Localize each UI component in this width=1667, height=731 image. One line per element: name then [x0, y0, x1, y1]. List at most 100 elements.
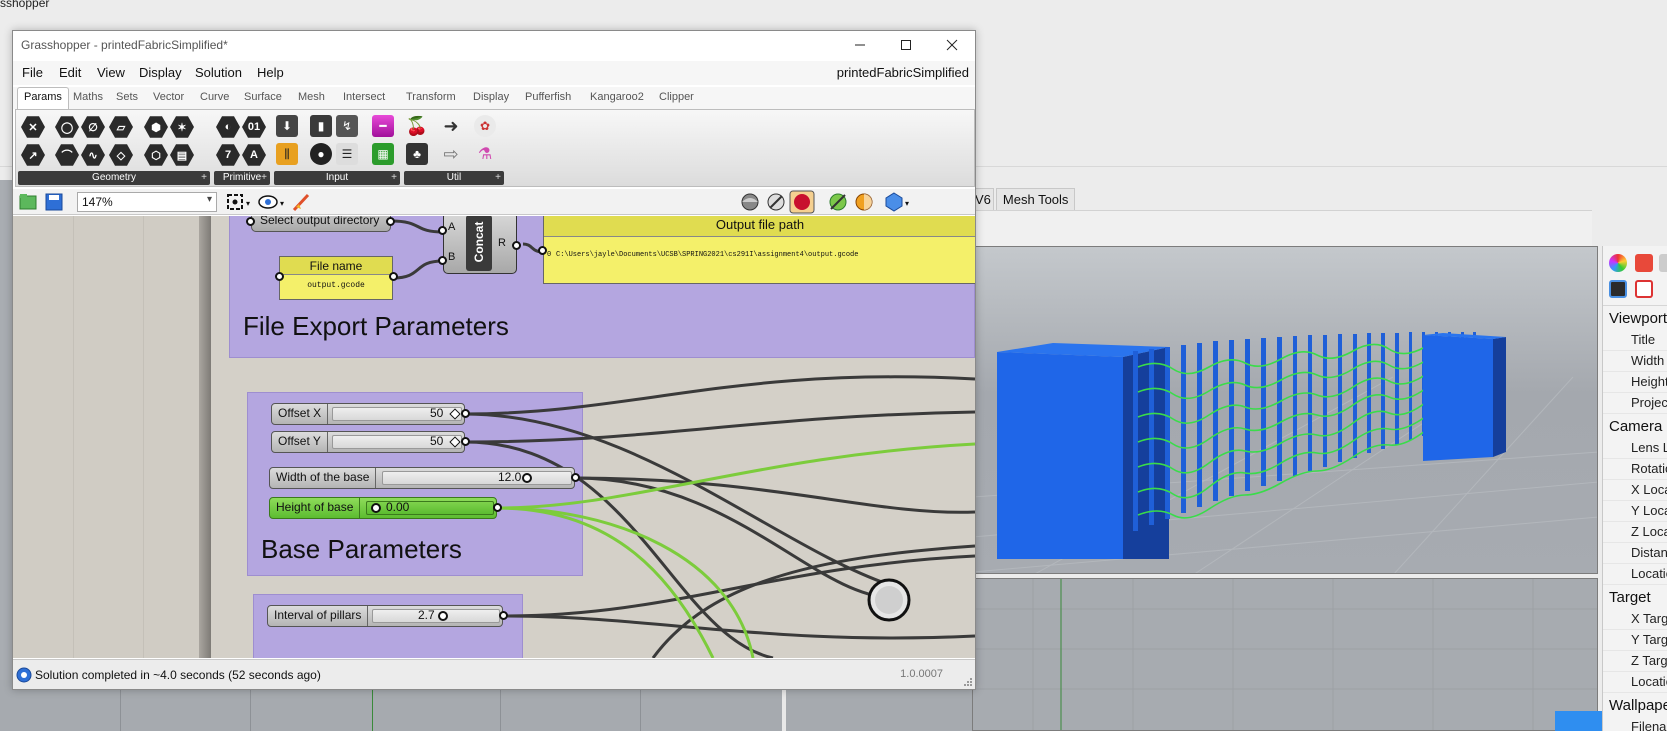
- frame-icon[interactable]: [1635, 280, 1653, 298]
- import-icon[interactable]: ⬇: [276, 115, 298, 137]
- perspective-viewport[interactable]: [972, 246, 1598, 574]
- toggle-icon[interactable]: ▮: [310, 115, 332, 137]
- save-file-icon[interactable]: [44, 192, 64, 212]
- zoom-select[interactable]: 147% ▾: [77, 192, 217, 212]
- control-knob-icon[interactable]: ●: [310, 143, 332, 165]
- prop-row[interactable]: Rotatio: [1603, 459, 1667, 480]
- width-of-base-slider[interactable]: Width of the base 12.0: [269, 467, 575, 489]
- prop-row[interactable]: X Locat: [1603, 480, 1667, 501]
- box-param-icon[interactable]: ◇: [109, 144, 133, 166]
- offset-y-slider[interactable]: Offset Y 50: [271, 431, 465, 453]
- button-icon[interactable]: ↯: [336, 115, 358, 137]
- brep-param-icon[interactable]: ⬢: [144, 116, 168, 138]
- mesh-param-icon[interactable]: ✶: [170, 116, 194, 138]
- menu-file[interactable]: File: [22, 65, 43, 80]
- curve-param-icon[interactable]: ∅: [81, 116, 105, 138]
- slider-grip-icon[interactable]: [371, 503, 381, 513]
- minimize-button[interactable]: [837, 31, 883, 59]
- tab-mesh[interactable]: Mesh: [298, 91, 325, 103]
- circle-param-icon[interactable]: ◯: [55, 116, 79, 138]
- file-name-value[interactable]: output.gcode: [280, 281, 392, 290]
- top-viewport[interactable]: [972, 578, 1598, 731]
- geometry-param-icon[interactable]: ⬡: [144, 144, 168, 166]
- select-directory-node[interactable]: Select output directory: [251, 216, 391, 232]
- camera-icon[interactable]: [1609, 280, 1627, 298]
- prop-row[interactable]: Z Locat: [1603, 522, 1667, 543]
- integer-param-icon[interactable]: 01: [242, 116, 266, 138]
- ribbon-label-geometry[interactable]: Geometry +: [18, 171, 210, 185]
- slider-track[interactable]: [382, 471, 572, 485]
- output-port[interactable]: [493, 503, 502, 512]
- slider-track[interactable]: [372, 609, 500, 623]
- material-icon[interactable]: [1635, 254, 1653, 272]
- data-input-icon[interactable]: ⇨: [440, 143, 462, 165]
- slider-grip-icon[interactable]: [522, 473, 532, 483]
- tab-params[interactable]: Params: [17, 87, 69, 109]
- expand-icon[interactable]: +: [391, 171, 397, 185]
- interval-of-pillars-slider[interactable]: Interval of pillars 2.7: [267, 605, 503, 627]
- menu-solution[interactable]: Solution: [195, 65, 242, 80]
- point-param-icon[interactable]: ✕: [21, 116, 45, 138]
- preview-shaded-icon[interactable]: [789, 190, 815, 214]
- output-port[interactable]: [499, 611, 508, 620]
- gh-titlebar[interactable]: Grasshopper - printedFabricSimplified*: [13, 31, 975, 59]
- prop-row[interactable]: Project: [1603, 393, 1667, 414]
- expand-icon[interactable]: +: [261, 171, 267, 185]
- prop-row[interactable]: Y Targe: [1603, 630, 1667, 651]
- output-port[interactable]: [571, 473, 580, 482]
- menu-help[interactable]: Help: [257, 65, 284, 80]
- prop-row[interactable]: Title: [1603, 330, 1667, 351]
- jitter-icon[interactable]: ✿: [474, 115, 496, 137]
- ribbon-label-util[interactable]: Util +: [404, 171, 504, 185]
- open-file-icon[interactable]: [18, 192, 38, 212]
- gh-canvas[interactable]: File Export Parameters Base Parameters S…: [13, 216, 975, 658]
- menu-display[interactable]: Display: [139, 65, 182, 80]
- document-preview-icon[interactable]: [853, 191, 875, 213]
- surface-param-icon[interactable]: ▱: [109, 116, 133, 138]
- preview-mesh-icon[interactable]: [739, 191, 761, 213]
- prop-row[interactable]: Width: [1603, 351, 1667, 372]
- field-param-icon[interactable]: ▤: [170, 144, 194, 166]
- gradient-icon[interactable]: ━: [372, 115, 394, 137]
- data-output-icon[interactable]: ➜: [440, 115, 462, 137]
- value-list-icon[interactable]: ☰: [336, 143, 358, 165]
- sketch-pen-icon[interactable]: [291, 191, 313, 213]
- output-port[interactable]: [386, 217, 395, 226]
- concat-port-a[interactable]: [438, 226, 447, 235]
- tab-display[interactable]: Display: [473, 91, 509, 103]
- prop-row[interactable]: Height: [1603, 372, 1667, 393]
- tab-clipper[interactable]: Clipper: [659, 91, 694, 103]
- number-slider-icon[interactable]: ⫼: [276, 143, 298, 165]
- close-button[interactable]: [929, 31, 975, 59]
- more-icon[interactable]: [1659, 254, 1667, 272]
- prop-row[interactable]: Distanc: [1603, 543, 1667, 564]
- prop-row[interactable]: Locatio: [1603, 564, 1667, 585]
- preview-wire-icon[interactable]: [765, 191, 787, 213]
- tab-pufferfish[interactable]: Pufferfish: [525, 91, 571, 103]
- prop-row[interactable]: Z Targe: [1603, 651, 1667, 672]
- output-port[interactable]: [389, 272, 398, 281]
- tab-surface[interactable]: Surface: [244, 91, 282, 103]
- resize-grip-icon[interactable]: [963, 677, 973, 687]
- color-wheel-icon[interactable]: [1609, 254, 1627, 272]
- number-param-icon[interactable]: 7: [216, 144, 240, 166]
- selected-only-icon[interactable]: [827, 191, 849, 213]
- zoom-extents-icon[interactable]: ▾: [225, 192, 251, 212]
- expand-icon[interactable]: +: [495, 171, 501, 185]
- tab-vector[interactable]: Vector: [153, 91, 184, 103]
- colour-swatch-icon[interactable]: ▦: [372, 143, 394, 165]
- tab-kangaroo2[interactable]: Kangaroo2: [590, 91, 644, 103]
- maximize-button[interactable]: [883, 31, 929, 59]
- ribbon-label-input[interactable]: Input +: [274, 171, 400, 185]
- output-port[interactable]: [461, 437, 470, 446]
- tab-transform[interactable]: Transform: [406, 91, 456, 103]
- cherry-picker-icon[interactable]: 🍒: [406, 115, 428, 137]
- boolean-param-icon[interactable]: ◐: [216, 116, 240, 138]
- rhino-tab-mesh-tools[interactable]: Mesh Tools: [995, 188, 1076, 210]
- tab-intersect[interactable]: Intersect: [343, 91, 385, 103]
- tab-curve[interactable]: Curve: [200, 91, 229, 103]
- prop-row[interactable]: Filenan: [1603, 717, 1667, 731]
- tree-icon[interactable]: ♣: [406, 143, 428, 165]
- display-mode-icon[interactable]: ▾: [883, 191, 913, 213]
- status-info-icon[interactable]: [16, 667, 32, 683]
